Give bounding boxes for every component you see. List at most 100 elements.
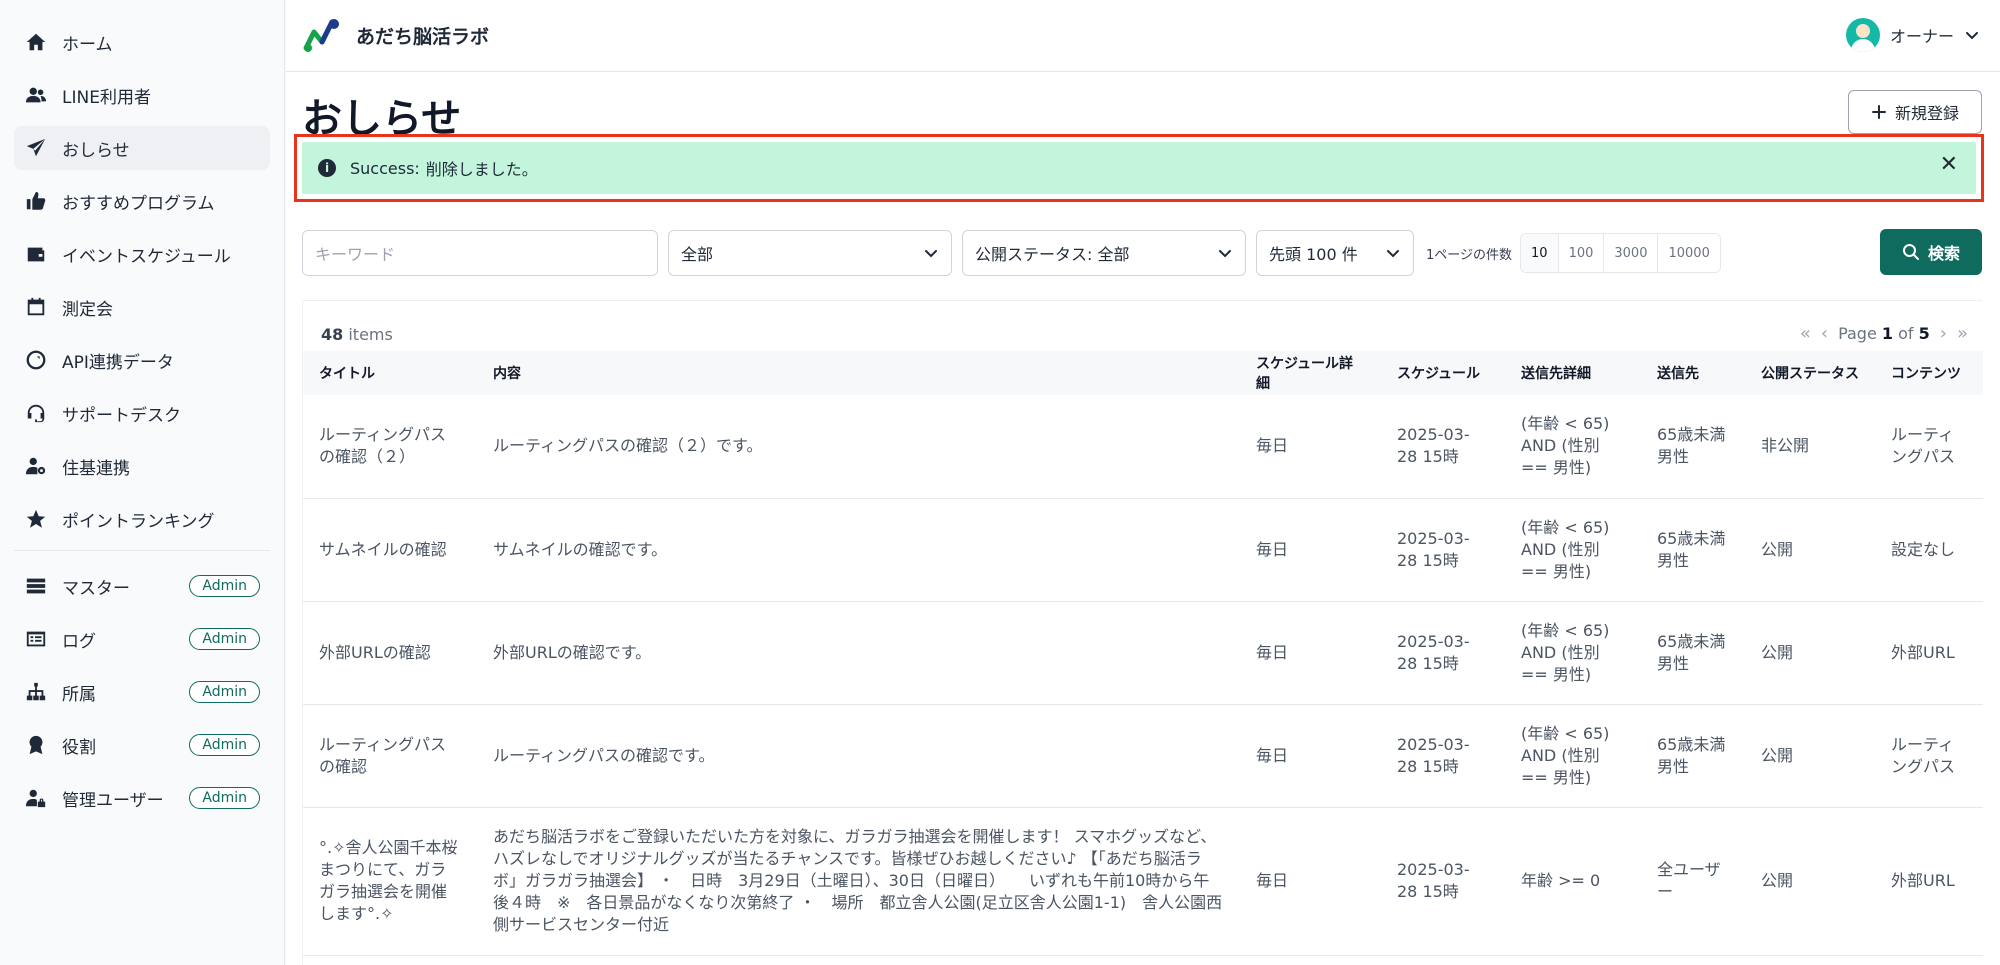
table-cell: サムネイルの確認 <box>303 498 477 602</box>
per-page-label: 1ページの件数 <box>1426 247 1513 263</box>
chevron-down-icon <box>1219 250 1231 258</box>
sidebar-item-admin-4[interactable]: 管理ユーザー Admin <box>14 776 270 820</box>
sidebar-item-5[interactable]: 測定会 <box>14 285 270 329</box>
table-row[interactable]: ルーティングパスの確認 ルーティングパスの確認です。 毎日 2025-03-28 15… <box>303 704 1983 808</box>
column-header[interactable]: 公開ステータス <box>1745 351 1875 395</box>
sidebar-item-admin-3[interactable]: 役割 Admin <box>14 723 270 767</box>
new-register-label: 新規登録 <box>1894 104 1959 123</box>
log-icon <box>24 627 48 651</box>
per-page-option[interactable]: 10 <box>1521 234 1559 272</box>
new-register-button[interactable]: 新規登録 <box>1847 90 1982 134</box>
column-header[interactable]: 内容 <box>477 351 1240 395</box>
table-row[interactable]: 外部URLの確認 外部URLの確認です。 毎日 2025-03-28 15時 (年齢 <… <box>303 601 1983 705</box>
sidebar-item-label: マスター <box>62 578 130 599</box>
sidebar-item-0[interactable]: ホーム <box>14 20 270 64</box>
table-cell: 毎日 <box>1240 601 1381 705</box>
table-cell: あだち脳活ラボをご登録いただいた方を対象に、ガラガラ抽選会を開催します！ スマホ… <box>477 807 1240 956</box>
per-page-option[interactable]: 3000 <box>1604 234 1659 272</box>
announcement-table: タイトル 内容 スケジュール詳細 スケジュール 送信先詳細 送信先 公開ステータス コンテンツ… <box>303 351 1983 956</box>
thumbs-up-icon <box>24 189 48 213</box>
last-page-icon[interactable]: » <box>1957 323 1968 344</box>
sidebar-item-4[interactable]: イベントスケジュール <box>14 232 270 276</box>
table-body: ルーティングパスの確認（２） ルーティングパスの確認（２）です。 毎日 2025-03… <box>303 395 1983 956</box>
pager-prefix: Page <box>1838 324 1877 343</box>
keyword-placeholder: キーワード <box>315 245 396 264</box>
chevron-down-icon <box>1966 32 1978 40</box>
table-cell: 外部URLの確認 <box>303 601 477 705</box>
paper-plane-icon <box>24 136 48 160</box>
per-page-option[interactable]: 100 <box>1558 234 1605 272</box>
table-cell: (年齢 < 65) AND (性別 == 男性) <box>1505 395 1641 499</box>
table-cell: 2025-03-28 15時 <box>1381 704 1505 808</box>
column-header[interactable]: スケジュール <box>1381 351 1505 395</box>
admin-badge: Admin <box>189 681 260 703</box>
column-header[interactable]: タイトル <box>303 351 477 395</box>
per-page-option[interactable]: 10000 <box>1658 234 1720 272</box>
sidebar-item-6[interactable]: API連携データ <box>14 338 270 382</box>
table-cell: 2025-03-28 15時 <box>1381 395 1505 499</box>
sidebar-item-8[interactable]: 住基連携 <box>14 444 270 488</box>
admin-badge: Admin <box>189 628 260 650</box>
search-label: 検索 <box>1927 244 1960 263</box>
sidebar-item-label: ログ <box>62 631 96 652</box>
sidebar-item-9[interactable]: ポイントランキング <box>14 497 270 541</box>
table-row[interactable]: ルーティングパスの確認（２） ルーティングパスの確認（２）です。 毎日 2025-03… <box>303 395 1983 499</box>
category-select[interactable]: 全部 <box>668 230 952 276</box>
table-row[interactable]: °.✧舎人公園千本桜まつりにて、ガラガラ抽選会を開催します°.✧ あだち脳活ラボを… <box>303 807 1983 956</box>
sidebar-item-admin-0[interactable]: マスター Admin <box>14 564 270 608</box>
table-cell: ルーティングパスの確認 <box>303 704 477 808</box>
column-header[interactable]: 送信先詳細 <box>1505 351 1641 395</box>
app-title: あだち脳活ラボ <box>356 26 490 48</box>
table-cell: 2025-03-28 15時 <box>1381 807 1505 956</box>
home-icon <box>24 30 48 54</box>
sidebar-item-admin-1[interactable]: ログ Admin <box>14 617 270 661</box>
chevron-down-icon <box>925 250 937 258</box>
sidebar-item-1[interactable]: LINE利用者 <box>14 73 270 117</box>
per-page-toggle: 10 100 3000 10000 <box>1520 233 1721 273</box>
sidebar-item-label: イベントスケジュール <box>62 246 231 267</box>
sidebar: ホーム LINE利用者おしらせおすすめプログラムイベントスケジュール 測定会 API連… <box>0 0 285 965</box>
table-cell: (年齢 < 65) AND (性別 == 男性) <box>1505 601 1641 705</box>
status-select[interactable]: 公開ステータス: 全部 <box>962 230 1246 276</box>
search-button[interactable]: 検索 <box>1880 229 1982 275</box>
table-row[interactable]: サムネイルの確認 サムネイルの確認です。 毎日 2025-03-28 15時 (年齢 <… <box>303 498 1983 602</box>
table-cell: 公開 <box>1745 807 1875 956</box>
table-cell: 全ユーザー <box>1641 807 1745 956</box>
table-cell: 外部URL <box>1875 807 1983 956</box>
table-cell: 設定なし <box>1875 498 1983 602</box>
award-icon <box>24 733 48 757</box>
column-header[interactable]: スケジュール詳細 <box>1240 351 1381 395</box>
sidebar-item-label: 測定会 <box>62 299 113 320</box>
close-icon[interactable]: ✕ <box>1940 152 1958 177</box>
master-list-icon <box>24 574 48 598</box>
limit-value: 先頭 100 件 <box>1269 245 1358 264</box>
sidebar-item-admin-2[interactable]: 所属 Admin <box>14 670 270 714</box>
prev-page-icon[interactable]: ‹ <box>1821 323 1828 344</box>
column-header[interactable]: 送信先 <box>1641 351 1745 395</box>
sidebar-item-7[interactable]: サポートデスク <box>14 391 270 435</box>
sidebar-item-label: サポートデスク <box>62 405 181 426</box>
sidebar-item-3[interactable]: おすすめプログラム <box>14 179 270 223</box>
sidebar-item-label: おしらせ <box>62 140 130 161</box>
user-menu[interactable]: オーナー <box>1845 18 1980 52</box>
success-alert: i Success: 削除しました。 ✕ <box>302 142 1976 194</box>
first-page-icon[interactable]: « <box>1800 323 1811 344</box>
sidebar-item-label: 所属 <box>62 684 96 705</box>
admin-badge: Admin <box>189 734 260 756</box>
column-header[interactable]: コンテンツ <box>1875 351 1983 395</box>
next-page-icon[interactable]: › <box>1940 323 1947 344</box>
table-cell: (年齢 < 65) AND (性別 == 男性) <box>1505 704 1641 808</box>
user-name: オーナー <box>1889 27 1954 46</box>
limit-select[interactable]: 先頭 100 件 <box>1256 230 1414 276</box>
pager-of: of <box>1898 324 1914 343</box>
app-logo-icon[interactable] <box>302 18 342 54</box>
wallet-icon <box>24 242 48 266</box>
sidebar-item-2[interactable]: おしらせ <box>14 126 270 170</box>
table-header-row: タイトル 内容 スケジュール詳細 スケジュール 送信先詳細 送信先 公開ステータス コンテンツ <box>303 351 1983 395</box>
sidebar-item-label: 住基連携 <box>62 458 130 479</box>
pagination: « ‹ Page 1 of 5 › » <box>1800 323 1968 344</box>
alert-highlight: i Success: 削除しました。 ✕ <box>294 134 1984 202</box>
table-cell: 65歳未満男性 <box>1641 498 1745 602</box>
keyword-input[interactable]: キーワード <box>302 230 658 276</box>
pager-total: 5 <box>1918 324 1930 343</box>
